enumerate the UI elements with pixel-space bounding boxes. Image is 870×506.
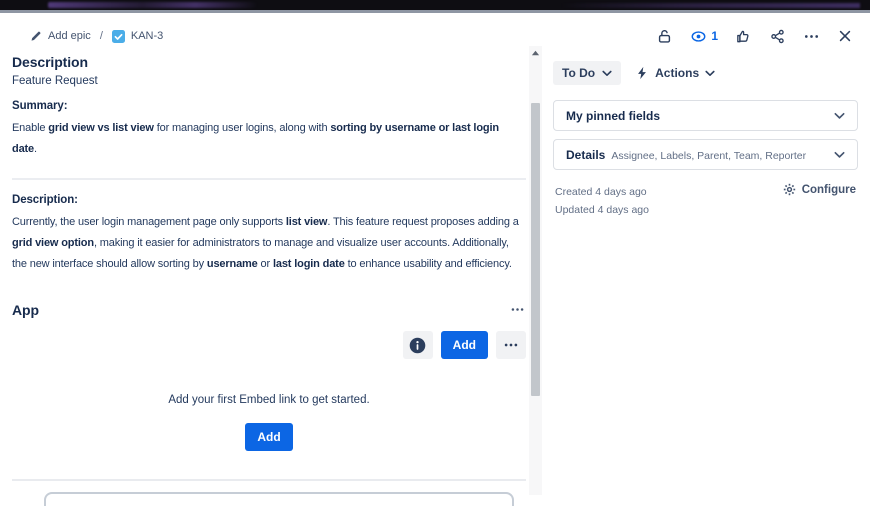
thumbs-up-icon bbox=[735, 28, 752, 45]
chevron-down-icon bbox=[705, 70, 715, 77]
updated-date: Updated 4 days ago bbox=[555, 201, 649, 219]
info-icon bbox=[408, 336, 427, 355]
summary-text[interactable]: Enable grid view vs list view for managi… bbox=[12, 118, 526, 160]
details-panel-header: Details Assignee, Labels, Parent, Team, … bbox=[566, 148, 806, 162]
configure-button[interactable]: Configure bbox=[783, 183, 856, 196]
ellipsis-icon bbox=[510, 302, 525, 317]
like-button[interactable] bbox=[734, 27, 753, 46]
details-panel[interactable]: Details Assignee, Labels, Parent, Team, … bbox=[553, 139, 858, 170]
embed-add-button[interactable]: Add bbox=[245, 423, 292, 451]
embed-prompt-text: Add your first Embed link to get started… bbox=[12, 394, 526, 406]
description-section-title: Description bbox=[12, 54, 526, 70]
details-fields-summary: Assignee, Labels, Parent, Team, Reporter bbox=[611, 150, 806, 162]
browser-chrome-bar bbox=[0, 0, 870, 13]
browser-chrome-remnant bbox=[48, 2, 258, 8]
watch-count: 1 bbox=[711, 29, 718, 43]
breadcrumb-add-epic-label: Add epic bbox=[48, 30, 91, 42]
app-overflow-button[interactable] bbox=[496, 331, 526, 359]
status-label: To Do bbox=[562, 66, 595, 80]
header-actions: 1 bbox=[655, 27, 854, 46]
breadcrumb-separator: / bbox=[100, 30, 103, 42]
close-icon bbox=[837, 28, 853, 44]
created-date: Created 4 days ago bbox=[555, 183, 649, 201]
description-body-text[interactable]: Currently, the user login management pag… bbox=[12, 212, 526, 275]
breadcrumb-issue-key[interactable]: KAN-3 bbox=[112, 30, 163, 43]
task-checkbox-icon bbox=[112, 30, 125, 43]
scroll-up-arrow-icon[interactable] bbox=[529, 49, 542, 59]
gear-icon bbox=[783, 183, 796, 196]
breadcrumb-add-epic[interactable]: Add epic bbox=[30, 30, 91, 42]
pencil-icon bbox=[30, 30, 42, 42]
issue-dates: Created 4 days ago Updated 4 days ago bbox=[555, 183, 649, 219]
issue-modal-header: Add epic / KAN-3 1 bbox=[30, 26, 854, 46]
unlock-icon bbox=[656, 28, 673, 45]
breadcrumb: Add epic / KAN-3 bbox=[30, 30, 163, 43]
status-row: To Do Actions bbox=[553, 61, 858, 85]
pinned-fields-panel[interactable]: My pinned fields bbox=[553, 100, 858, 131]
more-actions-button[interactable] bbox=[802, 27, 821, 46]
app-section-title: App bbox=[12, 302, 39, 318]
actions-dropdown[interactable]: Actions bbox=[635, 61, 715, 85]
issue-meta-row: Created 4 days ago Updated 4 days ago Co… bbox=[553, 183, 858, 219]
share-icon bbox=[769, 28, 786, 45]
scrollbar-thumb[interactable] bbox=[531, 103, 540, 396]
chevron-down-icon bbox=[834, 112, 845, 120]
configure-label: Configure bbox=[802, 184, 856, 196]
description-type-label[interactable]: Feature Request bbox=[12, 75, 526, 87]
issue-main-content: Description Feature Request Summary: Ena… bbox=[12, 48, 526, 451]
details-title: Details bbox=[566, 148, 605, 162]
content-divider bbox=[12, 178, 526, 180]
breadcrumb-issue-key-label: KAN-3 bbox=[131, 30, 163, 42]
eye-icon bbox=[690, 28, 707, 45]
summary-label[interactable]: Summary: bbox=[12, 100, 526, 112]
status-dropdown[interactable]: To Do bbox=[553, 61, 621, 85]
app-toolbar: Add bbox=[12, 331, 526, 359]
chevron-down-icon bbox=[602, 70, 612, 77]
pinned-fields-title: My pinned fields bbox=[566, 109, 660, 123]
browser-chrome-remnant bbox=[560, 3, 860, 8]
issue-sidebar: To Do Actions My pinned fields Details A… bbox=[553, 48, 858, 219]
close-button[interactable] bbox=[836, 27, 854, 45]
lock-button[interactable] bbox=[655, 27, 674, 46]
ellipsis-icon bbox=[803, 28, 820, 45]
lightning-icon bbox=[635, 66, 649, 80]
activity-box-edge bbox=[44, 492, 514, 506]
app-more-button[interactable] bbox=[509, 301, 526, 318]
left-pane-scrollbar[interactable] bbox=[529, 46, 542, 495]
ellipsis-icon bbox=[503, 337, 519, 353]
chevron-down-icon bbox=[834, 151, 845, 159]
watch-button[interactable]: 1 bbox=[689, 27, 719, 46]
actions-label: Actions bbox=[655, 66, 699, 80]
share-button[interactable] bbox=[768, 27, 787, 46]
bottom-divider bbox=[12, 479, 526, 481]
app-info-button[interactable] bbox=[403, 331, 433, 359]
app-section-header: App bbox=[12, 301, 526, 318]
embed-empty-state: Add your first Embed link to get started… bbox=[12, 394, 526, 451]
app-add-button[interactable]: Add bbox=[441, 331, 488, 359]
description-body-label[interactable]: Description: bbox=[12, 194, 526, 206]
